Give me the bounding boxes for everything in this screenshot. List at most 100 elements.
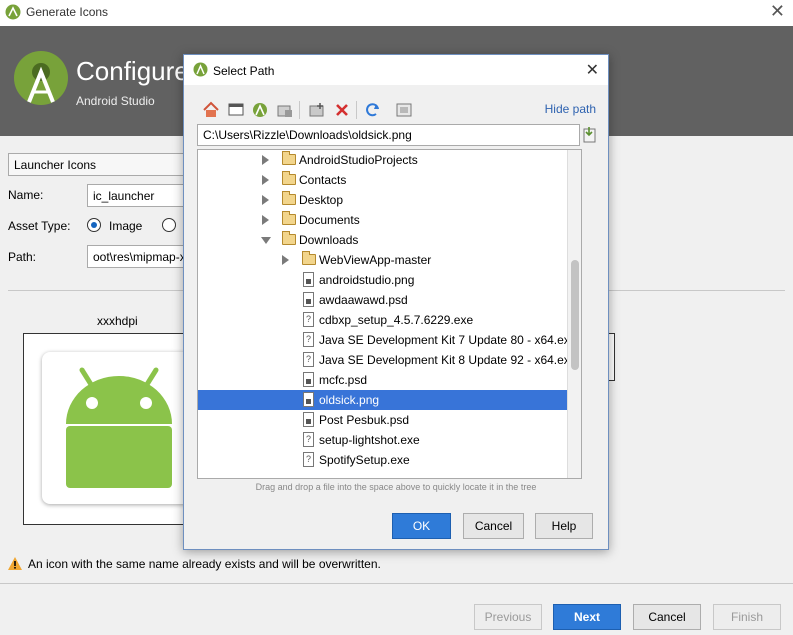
folder-icon (282, 191, 296, 205)
tree-folder-row[interactable]: Documents (198, 210, 568, 230)
tree-folder-row[interactable]: AndroidStudioProjects (198, 150, 568, 170)
tree-file-row[interactable]: mcfc.psd (198, 370, 568, 390)
tree-item-label: awdaawawd.psd (319, 293, 408, 307)
tree-folder-row[interactable]: Desktop (198, 190, 568, 210)
tree-item-label: cdbxp_setup_4.5.7.6229.exe (319, 313, 474, 327)
image-file-icon (303, 292, 314, 307)
android-studio-logo (14, 51, 68, 105)
density-label: xxxhdpi (97, 314, 138, 328)
tree-file-row[interactable]: ? Java SE Development Kit 7 Update 80 - x… (198, 330, 576, 350)
tree-item-label: Post Pesbuk.psd (319, 413, 410, 427)
browse-file-icon[interactable] (583, 126, 597, 143)
image-file-icon (303, 372, 314, 387)
folder-icon (302, 251, 316, 265)
tree-item-label: androidstudio.png (319, 273, 415, 287)
module-icon[interactable] (276, 101, 294, 119)
new-folder-icon[interactable] (308, 101, 326, 119)
previous-button[interactable]: Previous (474, 604, 542, 630)
tree-item-label: Downloads (299, 233, 359, 247)
tree-item-label: Java SE Development Kit 8 Update 92 - x6… (319, 353, 577, 367)
collapse-arrow-icon[interactable] (262, 215, 269, 225)
unknown-file-icon: ? (303, 312, 314, 327)
tree-scrollbar[interactable] (567, 150, 581, 478)
expand-arrow-icon[interactable] (261, 237, 271, 244)
folder-icon (282, 151, 296, 165)
desktop-icon[interactable] (227, 101, 245, 119)
dialog-close-icon[interactable]: ✕ (586, 60, 599, 80)
tree-item-label: AndroidStudioProjects (299, 153, 418, 167)
tree-item-label: Documents (299, 213, 360, 227)
tree-item-label: Contacts (299, 173, 347, 187)
unknown-file-icon: ? (303, 352, 314, 367)
show-hidden-icon[interactable] (395, 101, 413, 119)
tree-item-label: WebViewApp-master (319, 253, 432, 267)
folder-icon (282, 231, 296, 245)
asset-type-label: Asset Type: (8, 219, 71, 233)
window-title: Generate Icons (26, 5, 109, 19)
help-button[interactable]: Help (535, 513, 593, 539)
collapse-arrow-icon[interactable] (262, 155, 269, 165)
window-title-bar: Generate Icons ✕ (0, 0, 793, 26)
path-field[interactable]: oot\res\mipmap-x (87, 245, 197, 268)
drag-drop-hint: Drag and drop a file into the space abov… (255, 482, 537, 492)
warning-text: An icon with the same name already exist… (28, 557, 381, 571)
toolbar-separator (356, 101, 357, 119)
warning-icon (8, 557, 22, 570)
name-field[interactable]: ic_launcher (87, 184, 197, 207)
clipart-radio[interactable] (162, 218, 176, 232)
tree-file-row[interactable]: ? cdbxp_setup_4.5.7.6229.exe (198, 310, 568, 330)
tree-file-row[interactable]: oldsick.png (198, 390, 568, 410)
project-icon[interactable] (251, 101, 269, 119)
unknown-file-icon: ? (303, 332, 314, 347)
tree-folder-row[interactable]: Downloads (198, 230, 568, 250)
tree-file-row[interactable]: Post Pesbuk.psd (198, 410, 568, 430)
toolbar-separator (299, 101, 300, 119)
tree-folder-row[interactable]: WebViewApp-master (198, 250, 568, 270)
path-input[interactable]: C:\Users\Rizzle\Downloads\oldsick.png (197, 124, 580, 146)
tree-file-row[interactable]: ? Java SE Development Kit 8 Update 92 - x… (198, 350, 576, 370)
refresh-icon[interactable] (364, 101, 382, 119)
icon-preview-card (42, 352, 192, 504)
tree-folder-row[interactable]: Contacts (198, 170, 568, 190)
icon-type-dropdown[interactable]: Launcher Icons (8, 153, 198, 176)
name-label: Name: (8, 188, 44, 202)
tree-item-label: mcfc.psd (319, 373, 368, 387)
delete-icon[interactable] (333, 101, 351, 119)
folder-icon (282, 171, 296, 185)
android-robot-icon (66, 367, 172, 488)
image-radio[interactable] (87, 218, 101, 232)
tree-item-label: oldsick.png (319, 393, 380, 407)
folder-icon (282, 211, 296, 225)
home-icon[interactable] (202, 101, 220, 119)
tree-item-label: Java SE Development Kit 7 Update 80 - x6… (319, 333, 577, 347)
image-radio-label: Image (109, 219, 143, 233)
image-file-icon (303, 412, 314, 427)
tree-item-label: Desktop (299, 193, 344, 207)
select-path-dialog: Select Path ✕ Hide path C:\Users\Rizzle\… (183, 54, 609, 550)
collapse-arrow-icon[interactable] (262, 175, 269, 185)
footer-divider (0, 583, 793, 584)
hide-path-link[interactable]: Hide path (545, 102, 596, 116)
ok-button[interactable]: OK (392, 513, 451, 539)
image-file-icon (303, 272, 314, 287)
tree-file-row[interactable]: awdaawawd.psd (198, 290, 568, 310)
cancel-button[interactable]: Cancel (633, 604, 701, 630)
finish-button[interactable]: Finish (713, 604, 781, 630)
dialog-cancel-button[interactable]: Cancel (463, 513, 524, 539)
banner-subtitle: Android Studio (76, 94, 155, 108)
tree-item-label: setup-lightshot.exe (319, 433, 420, 447)
tree-file-row[interactable]: ? SpotifySetup.exe (198, 450, 568, 470)
image-file-icon (303, 392, 314, 407)
preview-box (23, 333, 198, 525)
scrollbar-thumb[interactable] (571, 260, 579, 370)
tree-file-row[interactable]: ? setup-lightshot.exe (198, 430, 568, 450)
collapse-arrow-icon[interactable] (282, 255, 289, 265)
collapse-arrow-icon[interactable] (262, 195, 269, 205)
dialog-title-bar: Select Path ✕ (184, 55, 608, 85)
tree-item-label: SpotifySetup.exe (319, 453, 410, 467)
tree-file-row[interactable]: androidstudio.png (198, 270, 568, 290)
close-icon[interactable]: ✕ (770, 1, 785, 22)
file-tree[interactable]: AndroidStudioProjects Contacts Desktop Docu… (197, 149, 582, 479)
android-studio-icon (5, 4, 21, 20)
next-button[interactable]: Next (553, 604, 621, 630)
